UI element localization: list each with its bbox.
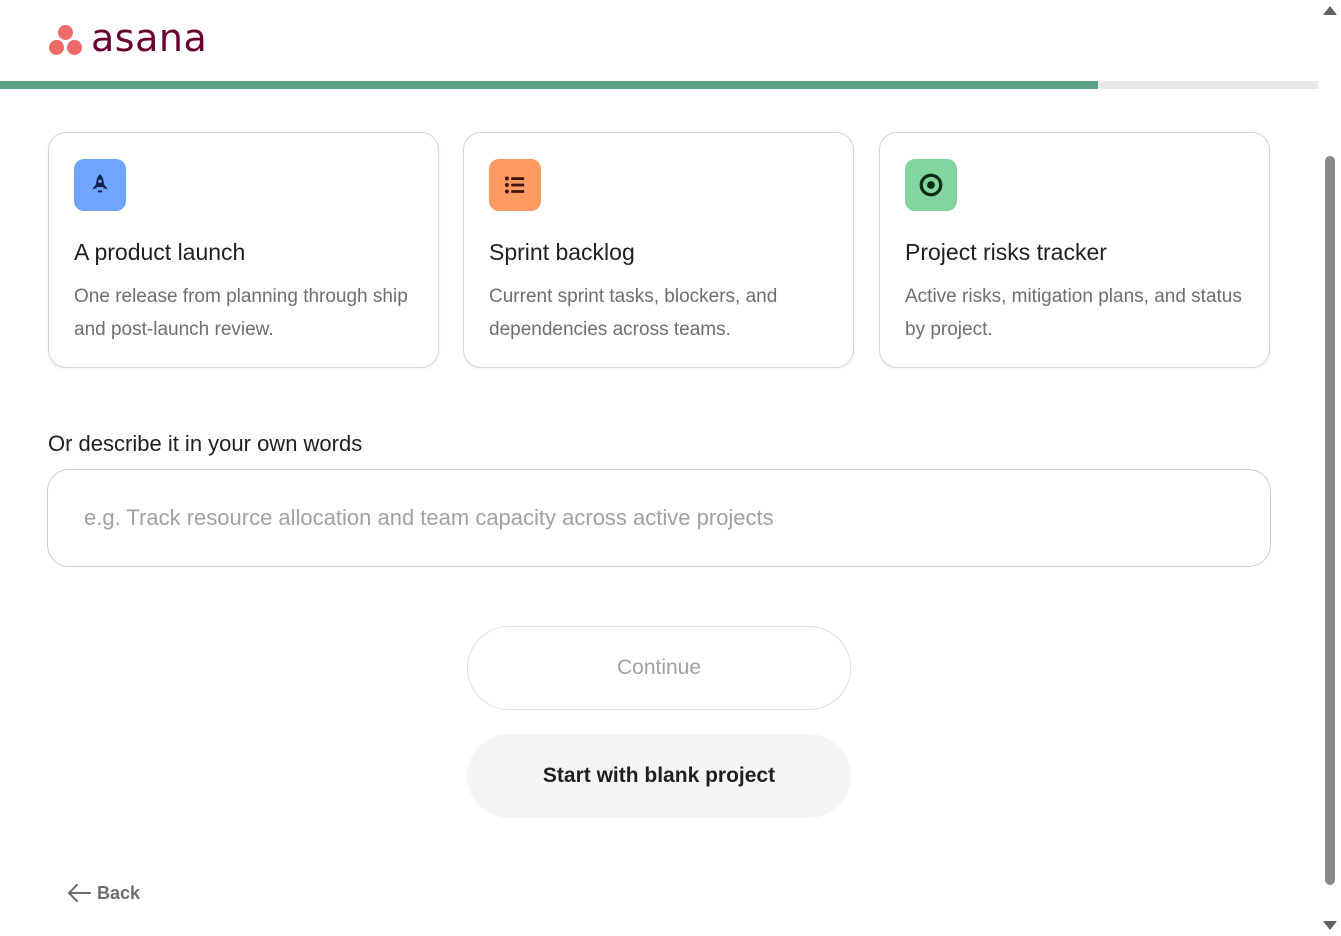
- template-title: Sprint backlog: [489, 239, 635, 265]
- template-title: A product launch: [74, 239, 246, 265]
- template-card-product-launch[interactable]: A product launch One release from planni…: [48, 132, 439, 368]
- start-blank-project-button[interactable]: Start with blank project: [467, 734, 851, 818]
- scroll-down-arrow-icon[interactable]: [1323, 921, 1337, 930]
- template-description: One release from planning through ship a…: [74, 286, 408, 340]
- page-scrollbar[interactable]: [1318, 0, 1341, 936]
- project-setup-page: asana A product launch One release from …: [0, 0, 1341, 936]
- continue-button[interactable]: Continue: [467, 626, 851, 710]
- brand-wordmark: asana: [91, 16, 208, 60]
- back-button[interactable]: Back: [66, 881, 140, 905]
- template-description: Current sprint tasks, blockers, and depe…: [489, 286, 778, 340]
- asana-logo[interactable]: asana: [48, 16, 208, 60]
- arrow-left-icon: [68, 884, 91, 902]
- scrollbar-thumb[interactable]: [1325, 156, 1335, 885]
- target-icon: [905, 159, 957, 211]
- asana-logo-icon: [48, 23, 84, 57]
- scroll-up-arrow-icon[interactable]: [1323, 6, 1337, 15]
- template-card-project-risks-tracker[interactable]: Project risks tracker Active risks, miti…: [879, 132, 1270, 368]
- own-words-label: Or describe it in your own words: [48, 431, 363, 456]
- template-description: Active risks, mitigation plans, and stat…: [905, 286, 1242, 340]
- template-title: Project risks tracker: [905, 239, 1107, 265]
- list-icon: [489, 159, 541, 211]
- rocket-icon: [74, 159, 126, 211]
- back-label: Back: [97, 882, 141, 903]
- setup-progress-bar: [0, 81, 1318, 89]
- project-description-input[interactable]: [47, 469, 1271, 567]
- setup-progress-fill: [0, 81, 1098, 89]
- template-card-sprint-backlog[interactable]: Sprint backlog Current sprint tasks, blo…: [463, 132, 854, 368]
